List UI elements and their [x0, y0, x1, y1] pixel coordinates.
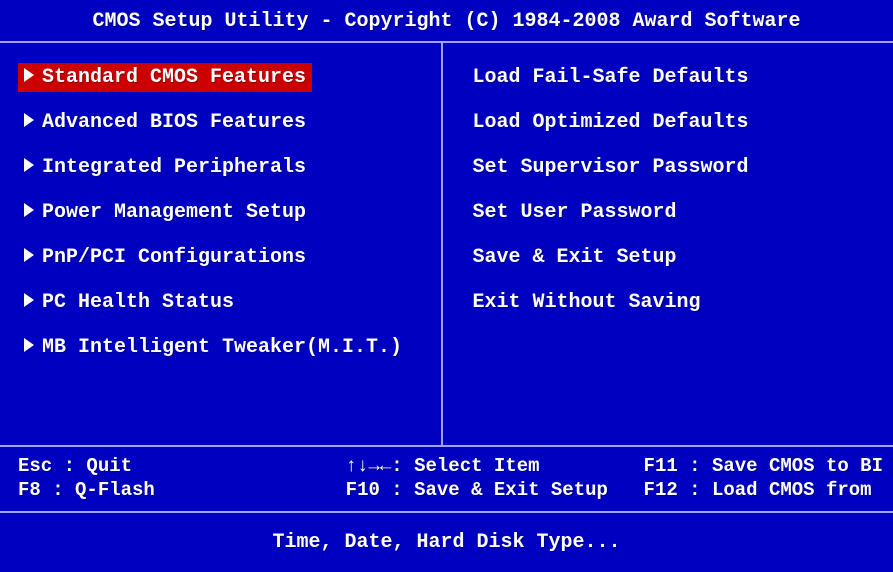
menu-item-integrated-peripherals[interactable]: Integrated Peripherals — [18, 153, 431, 198]
menu-item-label: Power Management Setup — [42, 201, 306, 224]
menu-item-label: Load Fail-Safe Defaults — [473, 66, 749, 89]
menu-item-label: Standard CMOS Features — [42, 66, 306, 89]
menu-item-label: MB Intelligent Tweaker(M.I.T.) — [42, 336, 402, 359]
menu-item-label: PC Health Status — [42, 291, 234, 314]
main-menu-area: Standard CMOS Features Advanced BIOS Fea… — [0, 43, 893, 447]
triangle-icon — [24, 248, 34, 262]
menu-item-pnp-pci[interactable]: PnP/PCI Configurations — [18, 243, 431, 288]
menu-item-label: Integrated Peripherals — [42, 156, 306, 179]
triangle-icon — [24, 293, 34, 307]
help-f12: F12 : Load CMOS from — [644, 479, 883, 501]
menu-item-label: Exit Without Saving — [473, 291, 701, 314]
status-text: Time, Date, Hard Disk Type... — [272, 531, 620, 554]
menu-item-label: Advanced BIOS Features — [42, 111, 306, 134]
menu-item-supervisor-password[interactable]: Set Supervisor Password — [471, 153, 884, 198]
menu-item-save-exit[interactable]: Save & Exit Setup — [471, 243, 884, 288]
menu-item-user-password[interactable]: Set User Password — [471, 198, 884, 243]
menu-item-label: Save & Exit Setup — [473, 246, 677, 269]
help-f10: F10 : Save & Exit Setup — [346, 479, 644, 501]
menu-item-advanced-bios[interactable]: Advanced BIOS Features — [18, 108, 431, 153]
right-menu-column: Load Fail-Safe Defaults Load Optimized D… — [443, 43, 893, 445]
triangle-icon — [24, 338, 34, 352]
title-bar: CMOS Setup Utility - Copyright (C) 1984-… — [0, 0, 893, 43]
menu-item-standard-cmos[interactable]: Standard CMOS Features — [18, 63, 431, 108]
status-bar: Time, Date, Hard Disk Type... — [0, 513, 893, 572]
help-col-mid: ↑↓→←: Select Item F10 : Save & Exit Setu… — [346, 455, 644, 503]
menu-item-label: Set Supervisor Password — [473, 156, 749, 179]
menu-item-power-management[interactable]: Power Management Setup — [18, 198, 431, 243]
triangle-icon — [24, 203, 34, 217]
menu-item-load-optimized[interactable]: Load Optimized Defaults — [471, 108, 884, 153]
triangle-icon — [24, 158, 34, 172]
help-f8: F8 : Q-Flash — [18, 479, 346, 501]
help-arrows: ↑↓→←: Select Item — [346, 455, 644, 477]
help-bar: Esc : Quit F8 : Q-Flash ↑↓→←: Select Ite… — [0, 447, 893, 513]
triangle-icon — [24, 113, 34, 127]
help-f11: F11 : Save CMOS to BI — [644, 455, 883, 477]
help-col-right: F11 : Save CMOS to BI F12 : Load CMOS fr… — [644, 455, 883, 503]
menu-item-label: PnP/PCI Configurations — [42, 246, 306, 269]
title-text: CMOS Setup Utility - Copyright (C) 1984-… — [92, 10, 800, 33]
help-col-left: Esc : Quit F8 : Q-Flash — [18, 455, 346, 503]
menu-item-label: Load Optimized Defaults — [473, 111, 749, 134]
menu-item-load-failsafe[interactable]: Load Fail-Safe Defaults — [471, 63, 884, 108]
triangle-icon — [24, 68, 34, 82]
menu-item-mb-tweaker[interactable]: MB Intelligent Tweaker(M.I.T.) — [18, 333, 431, 378]
menu-item-exit-no-save[interactable]: Exit Without Saving — [471, 288, 884, 333]
menu-item-label: Set User Password — [473, 201, 677, 224]
help-esc: Esc : Quit — [18, 455, 346, 477]
left-menu-column: Standard CMOS Features Advanced BIOS Fea… — [0, 43, 443, 445]
menu-item-pc-health[interactable]: PC Health Status — [18, 288, 431, 333]
